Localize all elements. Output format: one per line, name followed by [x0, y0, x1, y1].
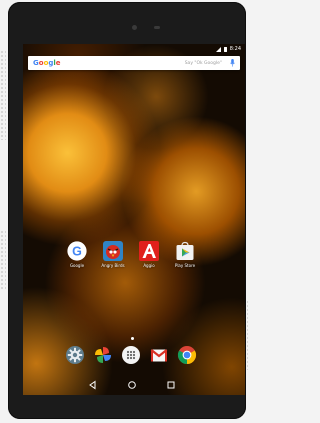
page-indicator-dot — [131, 337, 134, 340]
search-hint: Say "Ok Google" — [184, 60, 222, 66]
settings-icon[interactable] — [65, 345, 85, 365]
home-icon[interactable] — [126, 376, 138, 389]
signal-icon — [215, 46, 221, 52]
navigation-bar — [23, 367, 245, 395]
app-label: Google — [69, 263, 85, 268]
app-drawer-icon[interactable] — [121, 345, 141, 365]
back-icon[interactable] — [87, 376, 99, 390]
angry-birds-icon — [103, 241, 123, 261]
status-time: 8:24 — [229, 46, 241, 52]
google-search-bar[interactable]: Google Say "Ok Google" — [28, 56, 240, 70]
battery-icon — [223, 46, 227, 52]
home-screen: 8:24 Google Say "Ok Google" G Google Ang… — [23, 44, 245, 395]
front-camera — [132, 25, 137, 30]
background-dots — [0, 230, 6, 290]
app-google[interactable]: G Google — [62, 241, 92, 268]
google-logo: Google — [33, 59, 61, 67]
status-bar: 8:24 — [23, 44, 245, 54]
svg-text:G: G — [72, 244, 82, 258]
photos-icon[interactable] — [93, 345, 113, 365]
microphone-icon[interactable] — [227, 56, 237, 70]
background-dots — [0, 50, 6, 140]
app-label: Aggio — [143, 263, 155, 268]
gmail-icon[interactable] — [149, 345, 169, 365]
speaker-grille — [154, 26, 160, 29]
app-angry-birds[interactable]: Angry Birds — [98, 241, 128, 268]
recents-icon[interactable] — [165, 376, 177, 389]
play-store-icon — [175, 241, 195, 261]
google-app-icon: G — [67, 241, 87, 261]
aggio-icon — [139, 241, 159, 261]
app-label: Angry Birds — [101, 263, 125, 268]
chrome-icon[interactable] — [177, 345, 197, 365]
app-aggio[interactable]: Aggio — [134, 241, 164, 268]
app-label: Play Store — [174, 263, 196, 268]
app-play-store[interactable]: Play Store — [170, 241, 200, 268]
